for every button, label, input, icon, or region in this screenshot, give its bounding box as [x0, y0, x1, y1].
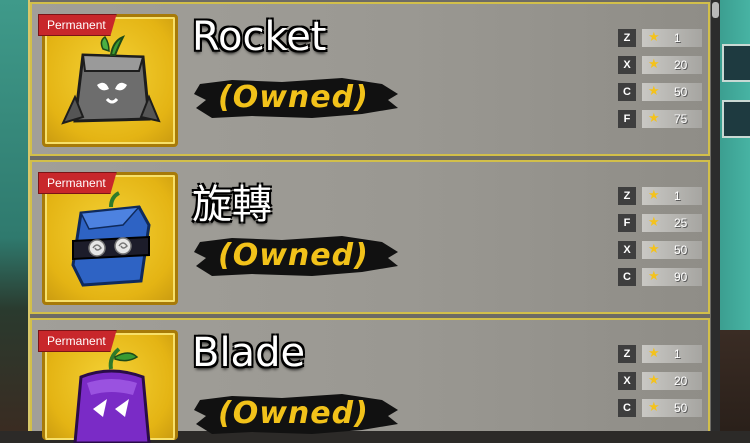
- permanent-badge: Permanent: [38, 14, 117, 36]
- move-level-value: 90: [674, 270, 688, 284]
- move-level-value: 1: [674, 31, 681, 45]
- move-key: F: [618, 110, 636, 128]
- scrollbar-track[interactable]: [711, 0, 720, 431]
- move-key: C: [618, 268, 636, 286]
- star-icon: ★: [648, 84, 660, 99]
- owned-label: (Owned): [218, 238, 369, 273]
- move-row: F ★ 75: [618, 109, 708, 129]
- move-row: F ★ 25: [618, 213, 708, 233]
- move-level-value: 50: [674, 401, 688, 415]
- move-level-value: 1: [674, 189, 681, 203]
- move-level: ★ 25: [642, 214, 702, 232]
- move-key: Z: [618, 29, 636, 47]
- move-level: ★ 20: [642, 372, 702, 390]
- move-level: ★ 1: [642, 345, 702, 363]
- move-key: Z: [618, 345, 636, 363]
- move-level: ★ 1: [642, 187, 702, 205]
- move-key: Z: [618, 187, 636, 205]
- move-level-value: 50: [674, 243, 688, 257]
- spin-fruit-icon: [71, 191, 151, 287]
- move-level: ★ 50: [642, 241, 702, 259]
- rocket-fruit-icon: [61, 35, 161, 125]
- move-key: X: [618, 56, 636, 74]
- move-row: Z ★ 1: [618, 186, 708, 206]
- owned-status: (Owned): [192, 74, 402, 122]
- move-row: C ★ 50: [618, 398, 708, 418]
- move-row: Z ★ 1: [618, 28, 708, 48]
- star-icon: ★: [648, 188, 660, 203]
- owned-label: (Owned): [218, 396, 369, 431]
- move-level: ★ 1: [642, 29, 702, 47]
- star-icon: ★: [648, 400, 660, 415]
- star-icon: ★: [648, 30, 660, 45]
- move-level-value: 25: [674, 216, 688, 230]
- move-level: ★ 50: [642, 399, 702, 417]
- move-row: X ★ 50: [618, 240, 708, 260]
- move-key: C: [618, 83, 636, 101]
- move-row: Z ★ 1: [618, 344, 708, 364]
- owned-status: (Owned): [192, 232, 402, 280]
- scrollbar-thumb[interactable]: [712, 2, 719, 18]
- star-icon: ★: [648, 346, 660, 361]
- scene-window: [722, 100, 750, 138]
- move-level: ★ 75: [642, 110, 702, 128]
- move-level: ★ 90: [642, 268, 702, 286]
- move-level-value: 1: [674, 347, 681, 361]
- star-icon: ★: [648, 242, 660, 257]
- fruit-name: 旋轉: [192, 182, 272, 228]
- move-row: X ★ 20: [618, 371, 708, 391]
- move-level-value: 20: [674, 58, 688, 72]
- owned-label: (Owned): [218, 80, 369, 115]
- move-row: X ★ 20: [618, 55, 708, 75]
- move-key: X: [618, 241, 636, 259]
- move-key: X: [618, 372, 636, 390]
- permanent-badge: Permanent: [38, 172, 117, 194]
- fruit-name: Blade: [192, 330, 306, 376]
- move-row: C ★ 50: [618, 82, 708, 102]
- background-floor: [716, 330, 750, 431]
- star-icon: ★: [648, 57, 660, 72]
- blade-fruit-icon: [73, 347, 151, 443]
- move-row: C ★ 90: [618, 267, 708, 287]
- move-level-value: 20: [674, 374, 688, 388]
- move-level-value: 75: [674, 112, 688, 126]
- move-level: ★ 50: [642, 83, 702, 101]
- permanent-badge: Permanent: [38, 330, 117, 352]
- fruit-card-rocket[interactable]: Permanent Rocket (Owned) Z ★ 1 X ★ 20 C ★ 5…: [30, 2, 710, 156]
- star-icon: ★: [648, 215, 660, 230]
- star-icon: ★: [648, 111, 660, 126]
- move-level-value: 50: [674, 85, 688, 99]
- move-level: ★ 20: [642, 56, 702, 74]
- fruit-card-spin[interactable]: Permanent 旋轉 (Owned) Z ★ 1 F ★ 25 X ★ 50 C …: [30, 160, 710, 314]
- star-icon: ★: [648, 269, 660, 284]
- fruit-name: Rocket: [192, 14, 327, 60]
- fruit-card-blade[interactable]: Permanent Blade (Owned) Z ★ 1 X ★ 20 C ★ 50: [30, 318, 710, 443]
- scene-window: [722, 44, 750, 82]
- move-key: F: [618, 214, 636, 232]
- move-key: C: [618, 399, 636, 417]
- star-icon: ★: [648, 373, 660, 388]
- background-scene-left: [0, 0, 30, 431]
